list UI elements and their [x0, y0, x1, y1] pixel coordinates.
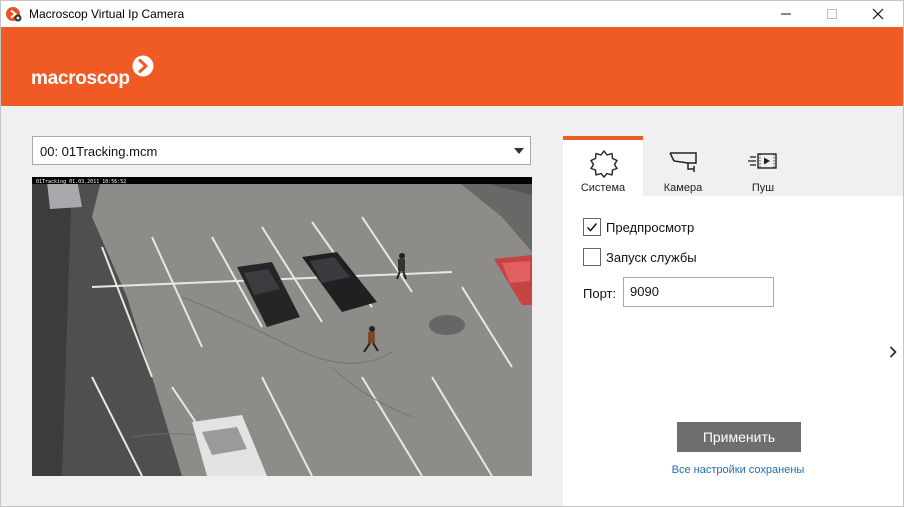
tab-camera-label: Камера: [663, 182, 703, 194]
check-icon: [586, 223, 598, 232]
saved-status: Все настройки сохранены: [671, 464, 805, 476]
minimize-icon: [781, 13, 791, 15]
app-window: Macroscop Virtual Ip Camera macroscop 00…: [0, 0, 904, 507]
preview-label: Предпросмотр: [606, 220, 695, 235]
video-preview: 01Tracking 01.03.2011 10:56:52: [32, 177, 532, 476]
port-input[interactable]: 9090: [623, 277, 774, 307]
maximize-icon: [827, 9, 837, 19]
close-button[interactable]: [855, 1, 901, 27]
title-bar: Macroscop Virtual Ip Camera: [1, 1, 903, 27]
tab-push-label: Пуш: [751, 182, 775, 194]
service-label: Запуск службы: [606, 250, 697, 265]
preview-checkbox[interactable]: [583, 218, 601, 236]
file-select[interactable]: 00: 01Tracking.mcm: [32, 136, 531, 165]
settings-tabs: Система Камера Пуш: [563, 136, 903, 196]
dropdown-arrow-icon: [514, 148, 524, 154]
tab-system-label: Система: [580, 182, 626, 194]
camera-icon: [669, 152, 697, 172]
tab-system[interactable]: Система: [563, 136, 643, 196]
window-title: Macroscop Virtual Ip Camera: [29, 7, 185, 21]
maximize-button[interactable]: [809, 1, 855, 27]
logo-arrow-icon: [132, 55, 154, 77]
port-label: Порт:: [583, 286, 617, 301]
chevron-right-icon[interactable]: [888, 345, 898, 359]
apply-button[interactable]: Применить: [677, 422, 801, 452]
push-video-icon: [748, 153, 777, 169]
app-icon: [6, 7, 22, 22]
service-checkbox[interactable]: [583, 248, 601, 266]
preview-overlay-text: 01Tracking 01.03.2011 10:56:52: [36, 179, 126, 185]
close-icon: [872, 8, 884, 20]
brand-header: macroscop: [1, 27, 903, 106]
system-settings-panel: Предпросмотр Запуск службы Порт: 9090 Пр…: [563, 196, 903, 506]
tab-camera[interactable]: Камера: [643, 136, 723, 196]
minimize-button[interactable]: [763, 1, 809, 27]
gear-icon: [590, 150, 618, 178]
parking-lot-image: 01Tracking 01.03.2011 10:56:52: [32, 177, 532, 476]
logo-text: macroscop: [31, 68, 130, 89]
file-select-value: 00: 01Tracking.mcm: [40, 144, 158, 159]
tab-push[interactable]: Пуш: [723, 136, 803, 196]
